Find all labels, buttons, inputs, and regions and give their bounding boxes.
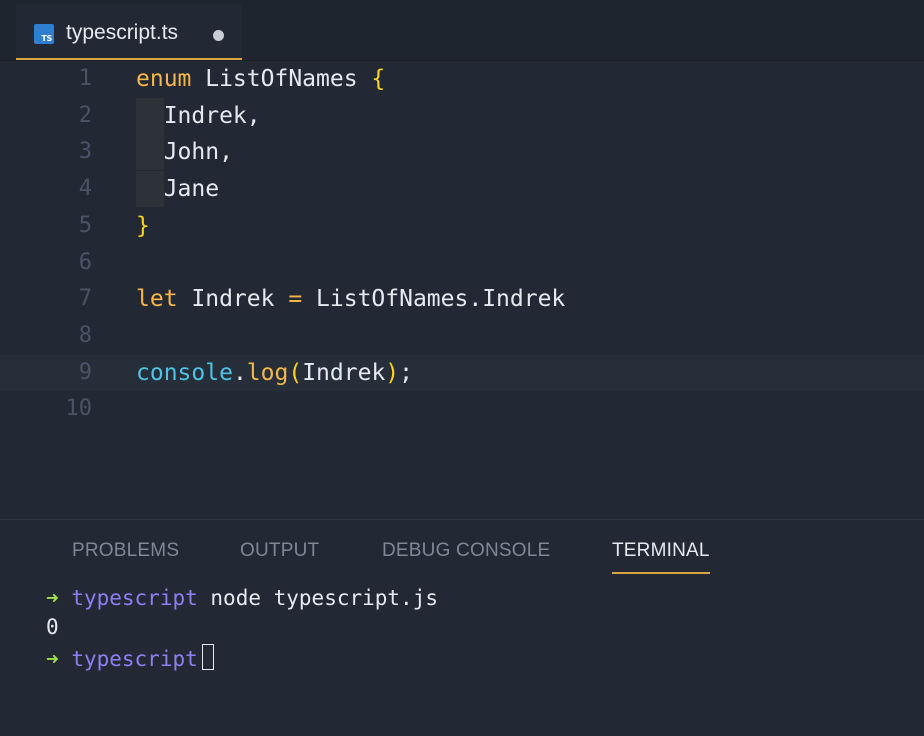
unsaved-changes-dot-icon[interactable] — [213, 30, 224, 41]
line-number: 6 — [78, 249, 92, 275]
tab-typescript-ts[interactable]: TS typescript.ts — [16, 4, 242, 60]
code-line[interactable]: 3 John, — [0, 134, 924, 171]
tab-debug-console[interactable]: DEBUG CONSOLE — [382, 540, 550, 572]
line-number: 2 — [78, 102, 92, 128]
terminal-command: node typescript.js — [210, 586, 438, 610]
panel-divider[interactable] — [0, 519, 924, 520]
prompt-arrow-icon: ➜ — [46, 647, 59, 671]
terminal-command-line: ➜ typescript node typescript.js — [46, 586, 438, 610]
code-text: console.log(Indrek); — [136, 355, 413, 391]
code-token: John, — [136, 139, 233, 166]
line-number: 1 — [78, 66, 92, 91]
code-token: ( — [288, 359, 303, 386]
tab-problems[interactable]: PROBLEMS — [72, 540, 179, 572]
code-token: ListOfNames — [191, 66, 372, 92]
code-token: . — [232, 359, 247, 386]
code-line[interactable]: 8 — [0, 318, 924, 354]
code-line[interactable]: 9 console.log(Indrek); — [0, 354, 924, 391]
line-number: 5 — [78, 212, 92, 238]
code-line[interactable]: 5} — [0, 208, 924, 244]
code-line[interactable]: 6 — [0, 245, 924, 281]
code-token: Indrek — [302, 359, 386, 386]
code-token: = — [288, 286, 303, 313]
code-line[interactable]: 7 let Indrek = ListOfNames.Indrek — [0, 281, 924, 317]
line-number: 7 — [78, 286, 92, 312]
code-editor[interactable]: 1 enum ListOfNames {2 Indrek, 3 John, 4 Jan… — [0, 61, 924, 519]
code-text: John, — [136, 134, 233, 170]
code-token: } — [136, 212, 150, 239]
tab-terminal[interactable]: TERMINAL — [612, 540, 710, 574]
code-token: log — [246, 359, 289, 386]
terminal-prompt-line[interactable]: ➜ typescript — [46, 644, 214, 671]
code-token: console — [136, 359, 233, 386]
code-token: ListOfNames.Indrek — [302, 286, 566, 313]
prompt-directory: typescript — [71, 647, 198, 671]
code-token: Jane — [136, 176, 220, 203]
code-line[interactable]: 2 Indrek, — [0, 97, 924, 134]
code-token: Indrek, — [136, 102, 261, 129]
editor-tab-bar: TS typescript.ts — [0, 0, 924, 61]
code-text: } — [136, 208, 150, 244]
code-line[interactable]: 4 Jane — [0, 171, 924, 208]
code-token: { — [371, 66, 386, 92]
terminal-output: 0 — [46, 615, 59, 639]
tab-output[interactable]: OUTPUT — [240, 540, 319, 572]
code-text: Indrek, — [136, 98, 261, 134]
typescript-file-icon: TS — [34, 24, 54, 44]
code-text: let Indrek = ListOfNames.Indrek — [136, 281, 565, 317]
terminal-cursor — [201, 644, 214, 670]
tab-title: typescript.ts — [66, 21, 179, 44]
code-token: let — [136, 286, 178, 313]
code-line[interactable]: 1 enum ListOfNames { — [0, 61, 924, 97]
code-text: Jane — [136, 171, 219, 207]
code-token: ; — [399, 359, 414, 386]
line-number: 3 — [78, 139, 92, 165]
line-number: 4 — [78, 176, 92, 202]
prompt-directory: typescript — [71, 586, 198, 610]
line-number: 9 — [78, 359, 92, 385]
code-token: ) — [385, 359, 400, 386]
line-number: 8 — [78, 322, 92, 348]
code-token: Indrek — [177, 286, 289, 313]
prompt-arrow-icon: ➜ — [46, 586, 59, 610]
code-line[interactable]: 10 — [0, 391, 924, 427]
line-number: 10 — [65, 396, 93, 422]
code-token: enum — [136, 66, 192, 92]
code-text: enum ListOfNames { — [136, 61, 385, 97]
